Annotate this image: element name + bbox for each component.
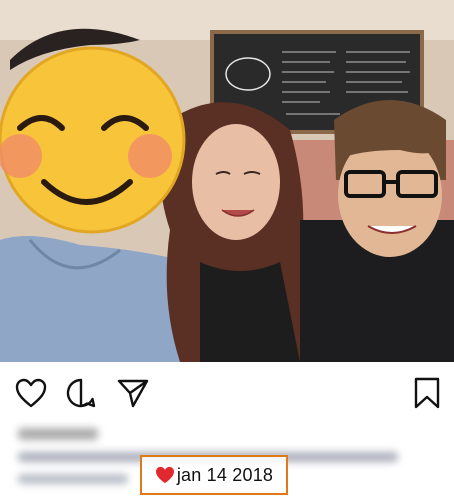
red-heart-icon bbox=[155, 466, 174, 484]
like-button[interactable] bbox=[14, 376, 48, 410]
bookmark-icon bbox=[414, 377, 440, 409]
share-button[interactable] bbox=[116, 376, 150, 410]
blurred-caption-line bbox=[18, 474, 128, 484]
action-bar bbox=[0, 362, 454, 424]
comment-button[interactable] bbox=[64, 376, 98, 410]
post-date: jan 14 2018 bbox=[176, 464, 274, 485]
instagram-post: jan 14 2018 bbox=[0, 0, 454, 500]
highlighted-date: jan 14 2018 bbox=[140, 455, 288, 495]
post-photo[interactable] bbox=[0, 0, 454, 362]
photo-illustration bbox=[0, 0, 454, 362]
smiling-emoji-sticker bbox=[0, 46, 186, 234]
comment-bubble-icon bbox=[66, 378, 96, 408]
heart-outline-icon bbox=[15, 378, 47, 408]
blurred-username bbox=[18, 428, 98, 440]
woman-face bbox=[192, 124, 280, 240]
save-button[interactable] bbox=[410, 376, 444, 410]
paper-plane-icon bbox=[117, 379, 149, 408]
